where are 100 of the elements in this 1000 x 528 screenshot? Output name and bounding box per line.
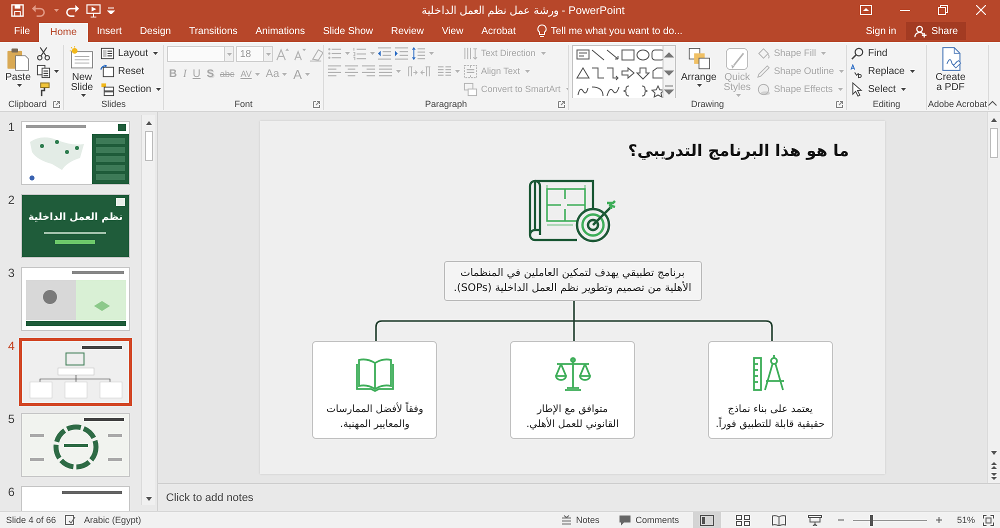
increase-indent-icon [394,46,409,60]
reset-icon [100,64,115,78]
ribbon-tab[interactable]: Acrobat [472,20,525,42]
notes-placeholder[interactable]: Click to add notes [166,492,254,504]
zoom-in-icon[interactable] [935,516,943,524]
ribbon-button[interactable]: Select [850,81,906,97]
group-label: Clipboard [8,99,47,109]
dialog-launcher-icon[interactable] [558,101,565,108]
share-button[interactable]: Share [906,22,966,40]
ribbon-button[interactable]: Find [850,45,888,61]
ribbon-button[interactable]: Reset [100,63,144,79]
card-text: متوافق مع الإطار القانوني للعمل الأهلي. [525,403,620,432]
card-text: وفقاً لأفضل الممارسات والمعايير المهنية. [316,402,434,432]
ribbon-button[interactable]: Create a PDF [930,45,971,94]
blueprint-target-icon [526,177,618,245]
ribbon-button[interactable]: Replace [850,63,915,79]
search-icon [850,46,865,60]
ribbon-button[interactable] [36,45,51,61]
ribbon-tab[interactable]: Insert [88,20,131,42]
ribbon-tab[interactable]: Transitions [180,20,247,42]
line-spacing-icon [411,46,426,60]
numbering-icon [352,46,367,60]
align-left-icon [327,64,342,78]
ribbon-button[interactable]: Layout [100,45,158,61]
restore-icon[interactable] [938,5,948,15]
save-icon[interactable] [10,2,25,18]
caret-icon[interactable] [910,70,915,72]
copy-icon [36,64,51,78]
ribbon-button[interactable]: Section [100,81,162,97]
slide-number: 3 [8,267,16,282]
bullets-icon [327,46,342,60]
proofing-icon[interactable] [64,514,76,526]
presentation-icon[interactable] [86,2,101,18]
ribbon-tab[interactable]: File [5,20,40,42]
collapse-ribbon-icon[interactable] [988,100,997,106]
ribbon-tab[interactable]: Home [39,23,88,42]
text-direction-icon [463,46,478,60]
ribbon-tab[interactable]: Slide Show [314,20,382,42]
notes-icon [560,514,572,526]
scroll-thumb[interactable] [990,128,998,158]
comments-button[interactable]: Comments [613,514,685,526]
slide-number: 1 [8,121,16,136]
slide-number: 2 [8,194,16,209]
increase-font-icon [275,46,290,62]
group-label: Editing [872,99,900,109]
pen-icon [756,64,771,78]
ribbon-tab[interactable]: Review [382,20,433,42]
caret-icon[interactable] [900,88,906,90]
dialog-launcher-icon[interactable] [836,101,843,108]
language-label[interactable]: Arabic (Egypt) [84,515,142,525]
effects-icon [756,82,771,96]
ribbon-button[interactable]: Arrange [679,45,719,88]
tell-me-field[interactable]: Tell me what you want to do... [536,20,701,42]
group-label: Paragraph [424,99,468,109]
normal-view-icon [700,514,714,526]
scroll-thumb[interactable] [144,131,152,161]
caret-icon[interactable] [697,84,702,87]
window-title: ورشة عمل نظم العمل الداخلية - PowerPoint [420,4,626,16]
ribbon-button[interactable]: Paste [3,45,33,88]
ribbon-tab[interactable]: Design [130,20,180,42]
description-box: برنامج تطبيقي يهدف لتمكين العاملين في المنظمات الأهلية من تصميم وتطوير نظم العمل الداخلية (SOPs). [444,261,702,301]
slide-number: 4 [8,340,16,355]
caret-icon[interactable] [16,84,22,87]
ribbon-button[interactable]: New Slide [67,45,97,98]
person-add-icon [914,24,928,38]
fit-to-window-icon[interactable] [983,514,994,526]
close-icon[interactable] [976,5,986,15]
view-button[interactable] [693,512,721,528]
caret-icon[interactable] [80,94,86,97]
dialog-launcher-icon[interactable] [313,101,320,108]
caret-icon[interactable] [54,70,59,72]
ribbon-options-icon[interactable] [860,5,872,15]
zoom-thumb[interactable] [870,514,873,526]
slide-counter: Slide 4 of 66 [6,515,56,525]
caret-icon[interactable] [156,88,162,90]
dialog-launcher-icon[interactable] [53,101,60,108]
redo-icon[interactable] [65,2,80,18]
ribbon-tab[interactable]: Animations [246,20,314,42]
comment-icon [619,514,632,526]
ribbon-tab[interactable]: View [432,20,472,42]
notes-button[interactable]: Notes [554,514,606,526]
decrease-indent-icon [377,46,392,60]
clipboard-icon [5,46,31,72]
zoom-level[interactable]: 51% [951,515,975,525]
thumbnail-title: نظم العمل الداخلية [27,212,124,223]
lightbulb-icon [536,24,547,38]
section-icon [100,82,115,96]
ribbon-button[interactable] [36,63,59,79]
group-label: Drawing [690,99,724,109]
group-label: Adobe Acrobat [928,99,988,109]
customize-icon[interactable] [107,6,115,14]
sign-in-link[interactable]: Sign in [856,20,906,42]
caret-icon[interactable] [153,52,158,54]
paint-bucket-icon [756,46,771,60]
card-text: يعتمد على بناء نماذج حقيقية قابلة للتطبيق فوراً. [714,403,826,432]
shape-gallery[interactable] [572,45,676,98]
layout-icon [100,46,115,60]
decrease-font-icon [292,46,307,62]
slide-thumbnail[interactable]: نظم العمل الداخلية [21,194,130,258]
cursor-icon [850,82,865,96]
